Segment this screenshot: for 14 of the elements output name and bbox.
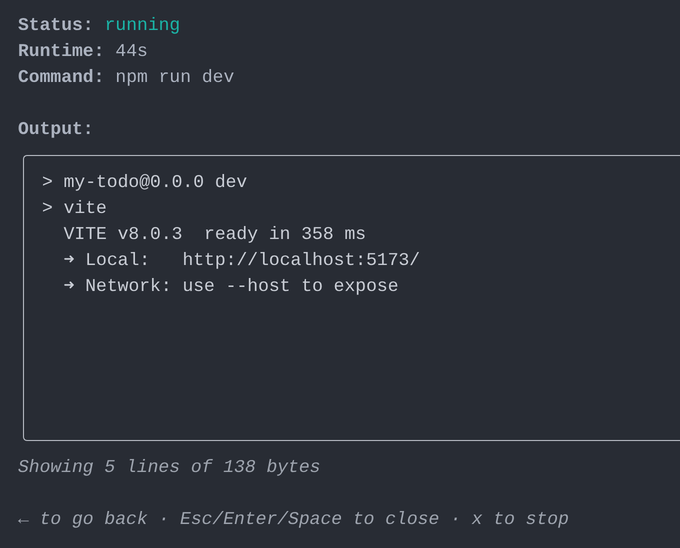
output-line: VITE v8.0.3 ready in 358 ms (62, 224, 368, 247)
field-value: npm run dev (115, 67, 234, 90)
summary-text: Showing 5 lines of 138 bytes (18, 457, 322, 480)
field-label: Runtime: (18, 41, 104, 64)
field-label: Command: (18, 67, 104, 90)
key-hint-text: ← to go back · Esc/Enter/Space to close · x to stop (18, 509, 570, 532)
output-label: Output: (18, 119, 95, 142)
output-line: > my-todo@0.0.0 dev (42, 172, 248, 195)
field-label: Status: (18, 15, 94, 38)
output-line: ➜ Network: use --host to expose (62, 276, 400, 299)
output-line: ➜ Local: http://localhost:5173/ (62, 250, 422, 273)
field-value: running (104, 15, 180, 38)
output-line: > vite (42, 198, 108, 221)
field-value: 44s (115, 41, 148, 64)
